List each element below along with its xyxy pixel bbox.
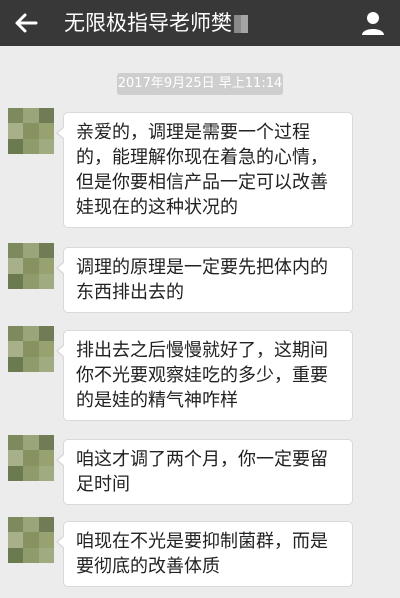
avatar[interactable] [8,326,54,372]
avatar[interactable] [8,108,54,154]
profile-button[interactable] [358,8,388,38]
person-icon [362,12,384,35]
message-timestamp: 2017年9月25日 早上11:14 [117,73,283,95]
back-button[interactable] [10,7,42,39]
avatar[interactable] [8,243,54,289]
arrow-left-icon [15,13,38,33]
chat-title: 无限极指导老师樊 [64,0,248,46]
avatar[interactable] [8,435,54,481]
avatar[interactable] [8,517,54,563]
message-bubble[interactable]: 调理的原理是一定要先把体内的东西排出去的 [56,247,353,313]
blurred-name-block [234,15,248,33]
message-bubble[interactable]: 咱这才调了两个月，你一定要留足时间 [56,439,353,505]
message-bubble[interactable]: 咱现在不光是要抑制菌群，而是要彻底的改善体质 [56,521,353,587]
message-bubble[interactable]: 亲爱的，调理是需要一个过程的，能理解你现在着急的心情，但是你要相信产品一定可以改… [56,112,353,228]
message-bubble[interactable]: 排出去之后慢慢就好了，这期间你不光要观察娃吃的多少，重要的是娃的精气神咋样 [56,330,353,421]
chat-header: 无限极指导老师樊 [0,0,400,46]
chat-title-text: 无限极指导老师樊 [64,11,232,35]
